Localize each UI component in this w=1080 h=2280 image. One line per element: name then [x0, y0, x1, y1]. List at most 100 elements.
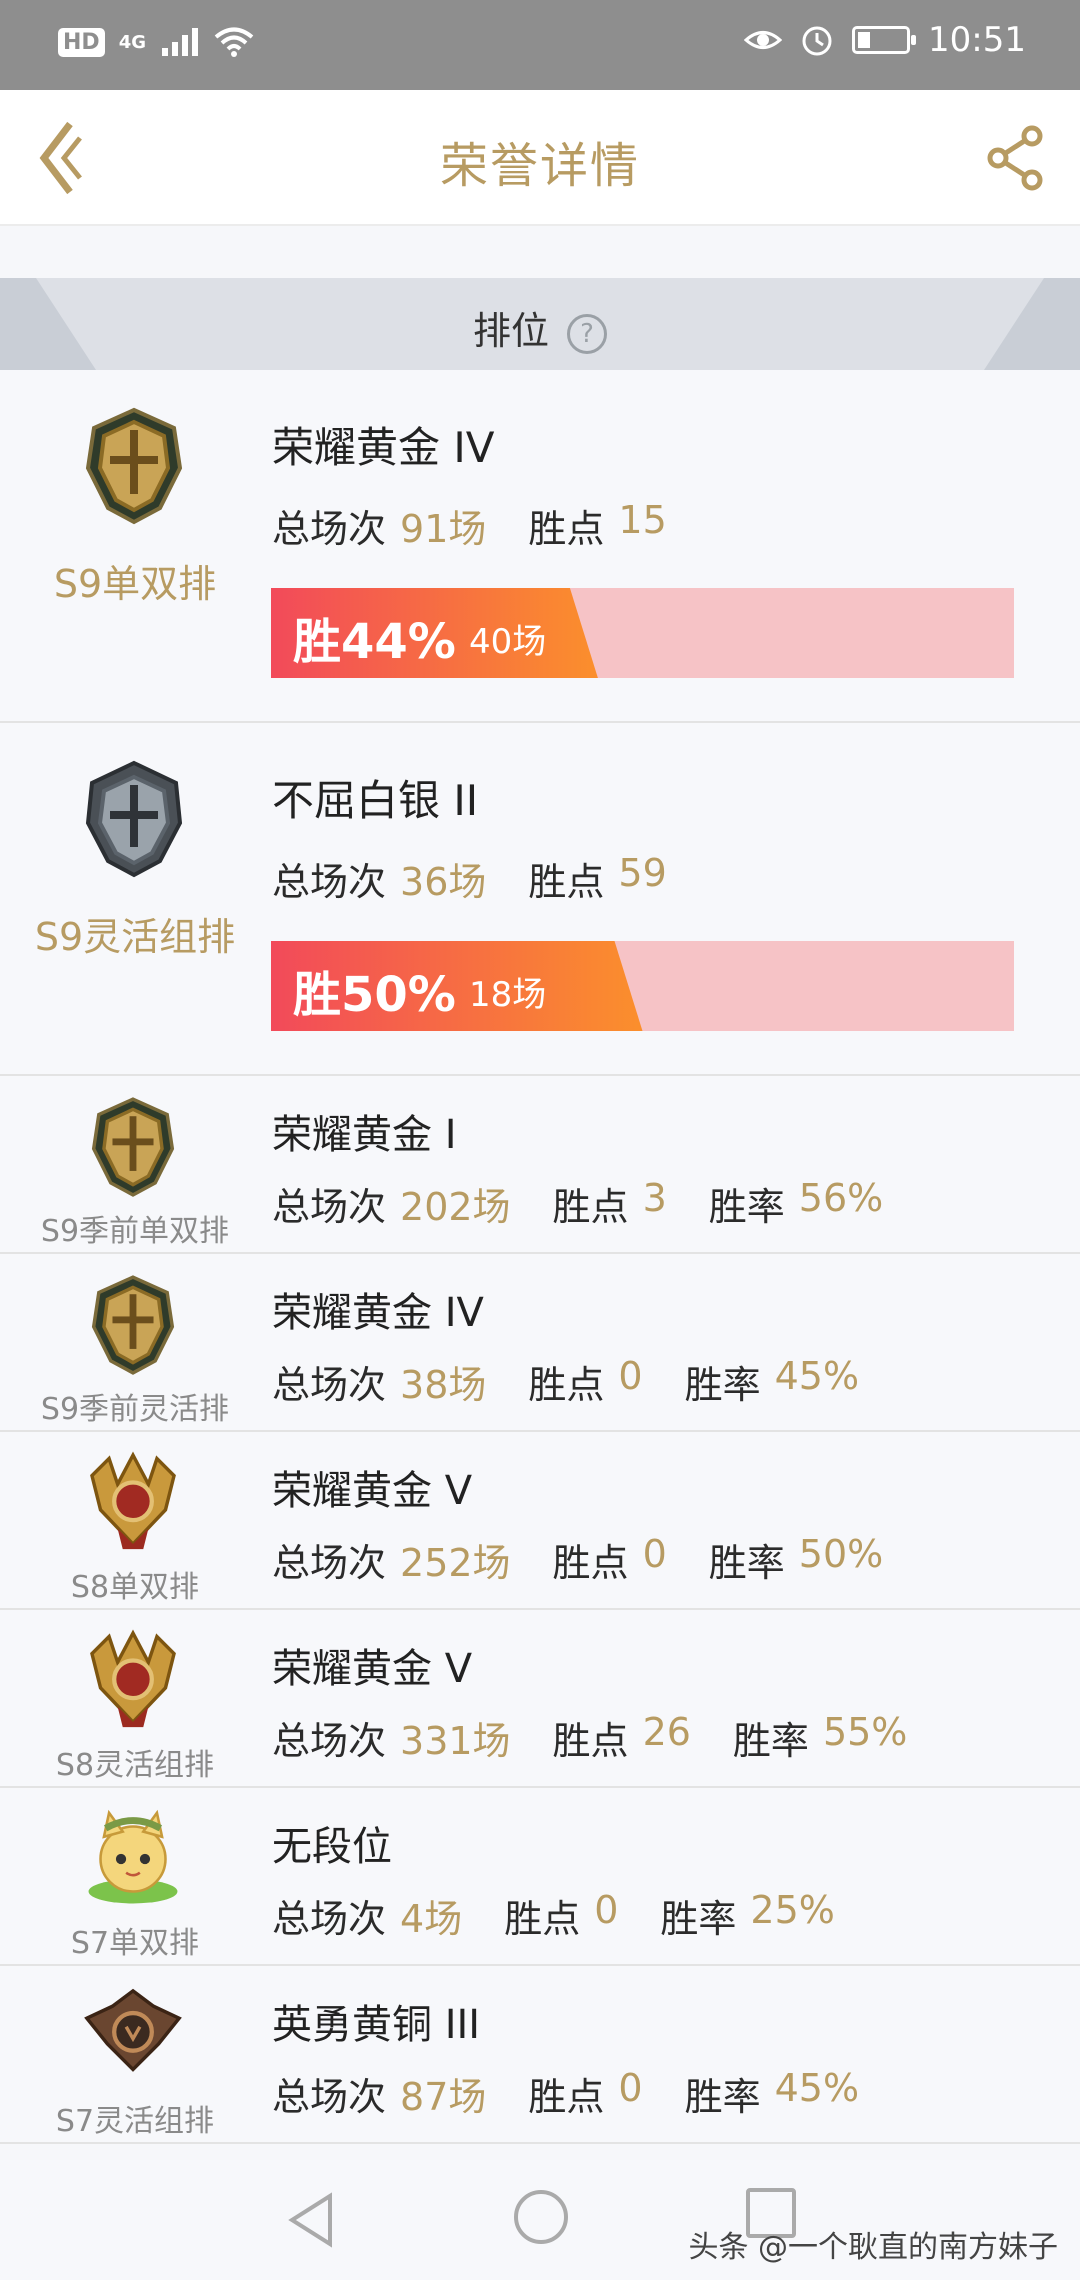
points-label: 胜点: [552, 1719, 629, 1763]
battery-icon: [852, 26, 917, 54]
page-title: 荣誉详情: [439, 138, 640, 194]
stats-line: 总场次 331场 胜点 26 胜率 55%: [272, 1710, 949, 1765]
points-value: 0: [618, 1354, 643, 1398]
rank-title: 无段位: [272, 1824, 392, 1870]
rank-history-list: S9单双排 荣耀黄金 IV 总场次 91场 胜点 15 胜44% 40场 S9灵活组排 不屈白银 …: [0, 370, 1080, 2144]
points-value: 15: [618, 498, 667, 542]
rank-emblem-icon: [78, 1272, 188, 1378]
total-games-label: 总场次: [272, 1541, 387, 1585]
rank-history-row[interactable]: S7灵活组排 英勇黄铜 III 总场次 87场 胜点 0 胜率 45%: [0, 1966, 1080, 2144]
rank-title: 荣耀黄金 V: [272, 1468, 473, 1514]
watermark-text: 头条 @一个耿直的南方妹子: [688, 2230, 1058, 2265]
system-nav-bar: 头条 @一个耿直的南方妹子: [0, 2160, 1080, 2280]
stats-line: 总场次 202场 胜点 3 胜率 56%: [272, 1176, 925, 1231]
queue-name: S8灵活组排: [55, 1748, 215, 1783]
stats-line: 总场次 252场 胜点 0 胜率 50%: [272, 1532, 925, 1587]
battery-level: [858, 32, 871, 48]
win-rate-value: 45%: [774, 2066, 860, 2110]
rank-history-row[interactable]: S8单双排 荣耀黄金 V 总场次 252场 胜点 0 胜率 50%: [0, 1432, 1080, 1610]
rank-title: 英勇黄铜 III: [272, 2002, 481, 2048]
rank-history-row[interactable]: S7单双排 无段位 总场次 4场 胜点 0 胜率 25%: [0, 1788, 1080, 1966]
rank-emblem-icon: [78, 1094, 188, 1200]
points-label: 胜点: [528, 507, 605, 551]
queue-name: S8单双排: [70, 1570, 200, 1605]
total-games-value: 252场: [400, 1541, 511, 1585]
unranked-emblem-icon: [78, 1806, 188, 1912]
hd-badge: HD: [58, 27, 105, 57]
status-left: HD 4G: [58, 26, 254, 58]
rank-title: 荣耀黄金 IV: [272, 1290, 484, 1336]
status-bar: HD 4G 10:51: [0, 0, 1080, 90]
win-games-count: 40场: [469, 622, 547, 662]
stats-line: 总场次 91场 胜点 15: [272, 498, 709, 553]
points-label: 胜点: [528, 2075, 605, 2119]
app-header: 荣誉详情: [0, 90, 1080, 226]
win-rate-value: 56%: [798, 1176, 884, 1220]
rank-card[interactable]: S9单双排 荣耀黄金 IV 总场次 91场 胜点 15 胜44% 40场: [0, 370, 1080, 723]
queue-name: S9季前单双排: [40, 1214, 230, 1249]
win-rate-value: 50%: [798, 1532, 884, 1576]
win-rate-label: 胜率: [684, 1363, 761, 1407]
points-value: 0: [618, 2066, 643, 2110]
points-label: 胜点: [504, 1897, 581, 1941]
total-games-value: 36场: [400, 860, 487, 904]
alarm-icon: [802, 26, 832, 56]
win-rate-label: 胜率: [660, 1897, 737, 1941]
stats-line: 总场次 36场 胜点 59: [272, 851, 709, 906]
help-icon[interactable]: ?: [567, 314, 607, 354]
points-value: 3: [642, 1176, 667, 1220]
rank-title: 荣耀黄金 V: [272, 1646, 473, 1692]
win-rate-percent: 胜50%: [293, 967, 456, 1023]
points-label: 胜点: [528, 1363, 605, 1407]
nav-back-icon[interactable]: [282, 2190, 342, 2250]
clock: 10:51: [928, 20, 1026, 60]
section-title: 排位?: [0, 300, 1080, 355]
stats-line: 总场次 4场 胜点 0 胜率 25%: [272, 1888, 877, 1943]
total-games-label: 总场次: [272, 507, 387, 551]
rank-title: 荣耀黄金 I: [272, 1112, 457, 1158]
total-games-value: 202场: [400, 1185, 511, 1229]
status-right: 10:51: [744, 20, 1026, 60]
points-label: 胜点: [552, 1541, 629, 1585]
rank-history-row[interactable]: S9季前灵活排 荣耀黄金 IV 总场次 38场 胜点 0 胜率 45%: [0, 1254, 1080, 1432]
rank-title: 荣耀黄金 IV: [272, 423, 495, 472]
ranked-section-banner: 排位?: [0, 278, 1080, 370]
queue-name: S7单双排: [70, 1926, 200, 1961]
rank-emblem-helmet-icon: [76, 404, 192, 528]
nav-home-icon[interactable]: [514, 2190, 568, 2244]
win-rate-bar: 胜44% 40场: [271, 588, 1014, 678]
total-games-label: 总场次: [272, 1897, 387, 1941]
points-value: 26: [642, 1710, 691, 1754]
section-title-text: 排位: [472, 309, 549, 353]
wifi-icon: [214, 27, 254, 57]
total-games-label: 总场次: [272, 860, 387, 904]
eye-comfort-icon: [744, 31, 783, 49]
win-games-count: 18场: [469, 975, 547, 1015]
rank-emblem-helmet-icon: [76, 757, 192, 881]
rank-emblem-icon: [78, 1628, 188, 1734]
rank-emblem-icon: [78, 1450, 188, 1556]
rank-card[interactable]: S9灵活组排 不屈白银 II 总场次 36场 胜点 59 胜50% 18场: [0, 723, 1080, 1076]
rank-emblem-icon: [78, 1984, 188, 2090]
queue-name: S9单双排: [53, 562, 217, 606]
signal-icon: [162, 28, 198, 56]
queue-name: S7灵活组排: [55, 2104, 215, 2139]
network-type: 4G: [118, 31, 146, 53]
stats-line: 总场次 87场 胜点 0 胜率 45%: [272, 2066, 901, 2121]
rank-history-row[interactable]: S8灵活组排 荣耀黄金 V 总场次 331场 胜点 26 胜率 55%: [0, 1610, 1080, 1788]
total-games-value: 331场: [400, 1719, 511, 1763]
win-rate-percent: 胜44%: [293, 614, 456, 670]
points-value: 0: [642, 1532, 667, 1576]
rank-history-row[interactable]: S9季前单双排 荣耀黄金 I 总场次 202场 胜点 3 胜率 56%: [0, 1076, 1080, 1254]
total-games-label: 总场次: [272, 1719, 387, 1763]
win-rate-bar: 胜50% 18场: [271, 941, 1014, 1031]
points-value: 0: [594, 1888, 619, 1932]
share-button[interactable]: [982, 124, 1050, 192]
win-rate-value: 55%: [822, 1710, 908, 1754]
total-games-value: 38场: [400, 1363, 487, 1407]
points-label: 胜点: [552, 1185, 629, 1229]
queue-name: S9季前灵活排: [40, 1392, 230, 1427]
total-games-value: 87场: [400, 2075, 487, 2119]
win-rate-label: 胜率: [708, 1541, 785, 1585]
stats-line: 总场次 38场 胜点 0 胜率 45%: [272, 1354, 901, 1409]
